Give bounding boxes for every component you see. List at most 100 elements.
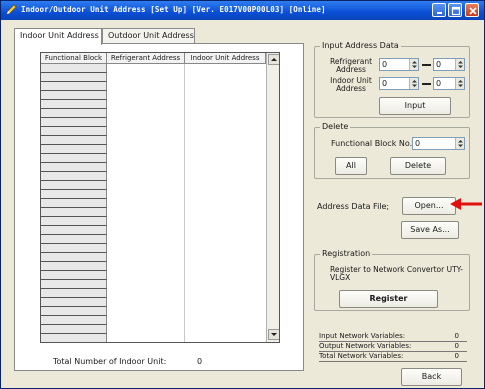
refrigerant-address-cell[interactable] — [107, 91, 185, 100]
indoor-unit-address-cell[interactable] — [185, 154, 266, 163]
functional-block-cell[interactable] — [41, 235, 107, 244]
functional-block-cell[interactable] — [41, 253, 107, 262]
table-row[interactable] — [41, 316, 266, 325]
table-row[interactable] — [41, 163, 266, 172]
refrigerant-address-cell[interactable] — [107, 262, 185, 271]
table-row[interactable] — [41, 208, 266, 217]
spinner-buttons[interactable] — [409, 78, 418, 89]
table-row[interactable] — [41, 64, 266, 73]
indoor-unit-address-cell[interactable] — [185, 334, 266, 342]
indoor-unit-address-cell[interactable] — [185, 325, 266, 334]
delete-all-button[interactable]: All — [335, 157, 367, 175]
input-button[interactable]: Input — [379, 97, 451, 115]
table-row[interactable] — [41, 298, 266, 307]
refrigerant-address-cell[interactable] — [107, 289, 185, 298]
functional-block-cell[interactable] — [41, 199, 107, 208]
functional-block-cell[interactable] — [41, 109, 107, 118]
title-bar[interactable]: Indoor/Outdoor Unit Address [Set Up] [Ve… — [1, 1, 484, 20]
functional-block-cell[interactable] — [41, 154, 107, 163]
save-as-button[interactable]: Save As... — [401, 221, 459, 239]
refrigerant-address-cell[interactable] — [107, 271, 185, 280]
minimize-button[interactable] — [432, 3, 446, 17]
refrigerant-to-spinner[interactable]: 0 — [433, 58, 465, 71]
maximize-button[interactable] — [448, 3, 462, 17]
refrigerant-address-cell[interactable] — [107, 100, 185, 109]
column-header-indoor-unit-address[interactable]: Indoor Unit Address — [185, 53, 266, 64]
table-row[interactable] — [41, 190, 266, 199]
indoor-unit-address-cell[interactable] — [185, 73, 266, 82]
table-row[interactable] — [41, 334, 266, 342]
refrigerant-from-spinner[interactable]: 0 — [379, 58, 419, 71]
functional-block-cell[interactable] — [41, 298, 107, 307]
column-header-functional-block[interactable]: Functional Block — [41, 53, 107, 64]
table-row[interactable] — [41, 145, 266, 154]
spinner-buttons[interactable] — [409, 59, 418, 70]
refrigerant-address-cell[interactable] — [107, 226, 185, 235]
indoor-unit-address-cell[interactable] — [185, 190, 266, 199]
functional-block-cell[interactable] — [41, 181, 107, 190]
indoor-unit-address-cell[interactable] — [185, 298, 266, 307]
refrigerant-address-cell[interactable] — [107, 280, 185, 289]
functional-block-cell[interactable] — [41, 289, 107, 298]
indoor-unit-address-cell[interactable] — [185, 64, 266, 73]
indoor-unit-address-cell[interactable] — [185, 289, 266, 298]
table-row[interactable] — [41, 262, 266, 271]
functional-block-cell[interactable] — [41, 226, 107, 235]
table-row[interactable] — [41, 136, 266, 145]
functional-block-cell[interactable] — [41, 217, 107, 226]
spinner-buttons[interactable] — [455, 59, 464, 70]
register-button[interactable]: Register — [339, 290, 438, 308]
indoor-unit-address-cell[interactable] — [185, 280, 266, 289]
table-row[interactable] — [41, 199, 266, 208]
refrigerant-address-cell[interactable] — [107, 181, 185, 190]
refrigerant-address-cell[interactable] — [107, 316, 185, 325]
table-row[interactable] — [41, 235, 266, 244]
functional-block-cell[interactable] — [41, 244, 107, 253]
table-row[interactable] — [41, 289, 266, 298]
indoor-unit-address-cell[interactable] — [185, 217, 266, 226]
functional-block-cell[interactable] — [41, 64, 107, 73]
refrigerant-address-cell[interactable] — [107, 145, 185, 154]
table-row[interactable] — [41, 244, 266, 253]
table-row[interactable] — [41, 100, 266, 109]
refrigerant-address-cell[interactable] — [107, 199, 185, 208]
refrigerant-address-cell[interactable] — [107, 163, 185, 172]
table-row[interactable] — [41, 91, 266, 100]
table-row[interactable] — [41, 118, 266, 127]
refrigerant-address-cell[interactable] — [107, 127, 185, 136]
refrigerant-address-cell[interactable] — [107, 298, 185, 307]
functional-block-cell[interactable] — [41, 334, 107, 342]
functional-block-cell[interactable] — [41, 82, 107, 91]
table-row[interactable] — [41, 181, 266, 190]
table-row[interactable] — [41, 172, 266, 181]
indoor-unit-address-cell[interactable] — [185, 271, 266, 280]
tab-indoor-unit-address[interactable]: Indoor Unit Address — [14, 28, 102, 45]
table-row[interactable] — [41, 154, 266, 163]
functional-block-cell[interactable] — [41, 118, 107, 127]
refrigerant-address-cell[interactable] — [107, 118, 185, 127]
indoor-unit-address-cell[interactable] — [185, 118, 266, 127]
indoor-unit-address-cell[interactable] — [185, 208, 266, 217]
refrigerant-address-cell[interactable] — [107, 172, 185, 181]
indoor-unit-address-cell[interactable] — [185, 181, 266, 190]
table-row[interactable] — [41, 127, 266, 136]
refrigerant-address-cell[interactable] — [107, 244, 185, 253]
indoor-unit-address-cell[interactable] — [185, 82, 266, 91]
tab-outdoor-unit-address[interactable]: Outdoor Unit Address — [102, 28, 195, 44]
column-header-refrigerant-address[interactable]: Refrigerant Address — [107, 53, 185, 64]
indoor-unit-address-cell[interactable] — [185, 163, 266, 172]
indoor-unit-address-cell[interactable] — [185, 199, 266, 208]
functional-block-no-spinner[interactable]: 0 — [412, 137, 465, 150]
spinner-buttons[interactable] — [455, 78, 464, 89]
refrigerant-address-cell[interactable] — [107, 190, 185, 199]
functional-block-cell[interactable] — [41, 91, 107, 100]
table-row[interactable] — [41, 307, 266, 316]
indoor-unit-address-cell[interactable] — [185, 307, 266, 316]
refrigerant-address-cell[interactable] — [107, 154, 185, 163]
table-row[interactable] — [41, 271, 266, 280]
functional-block-cell[interactable] — [41, 136, 107, 145]
table-row[interactable] — [41, 280, 266, 289]
table-row[interactable] — [41, 226, 266, 235]
back-button[interactable]: Back — [401, 368, 462, 386]
functional-block-cell[interactable] — [41, 190, 107, 199]
